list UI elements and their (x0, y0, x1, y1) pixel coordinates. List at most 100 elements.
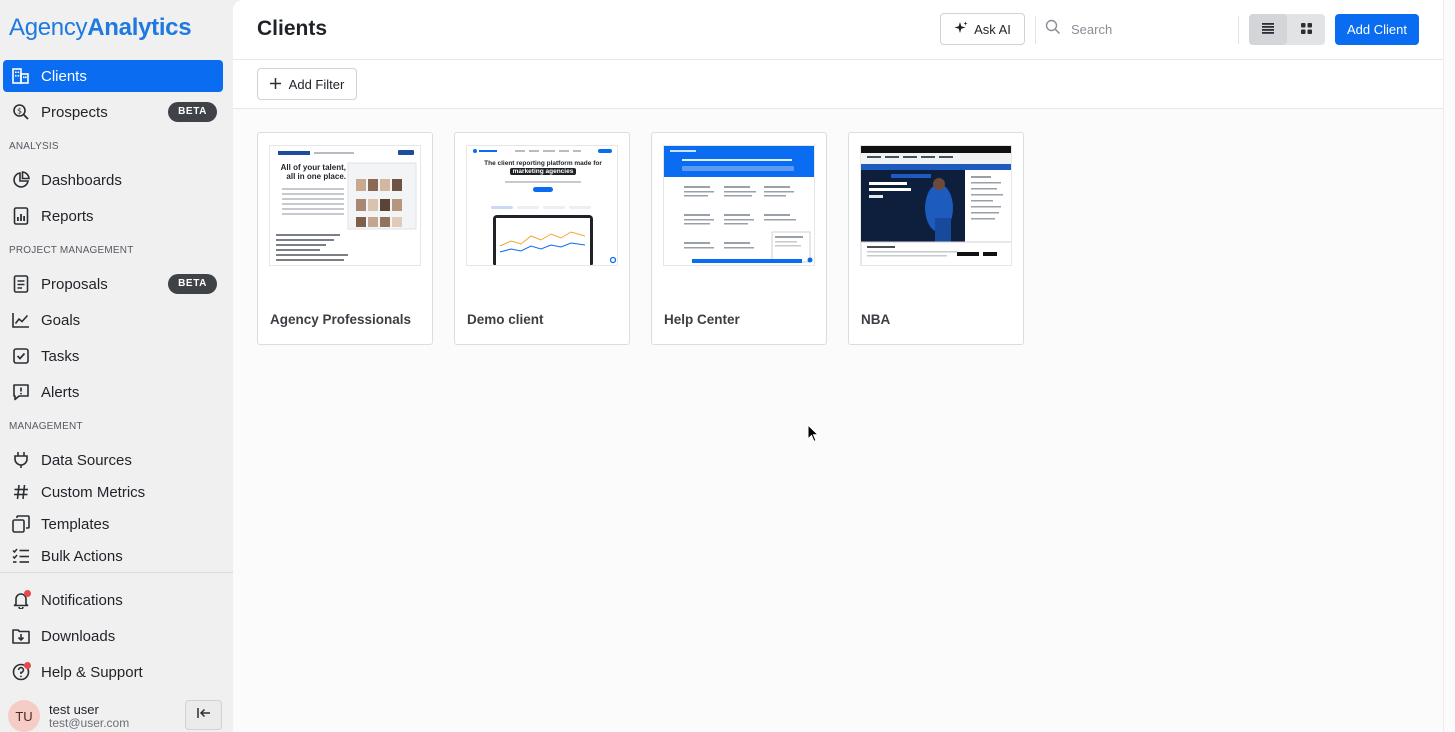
thumbnail-headline: All of your talent, all in one place. (280, 163, 346, 181)
list-icon (1262, 21, 1274, 39)
ask-ai-button[interactable]: Ask AI (940, 13, 1025, 45)
website-preview-image (664, 146, 814, 265)
search-input[interactable] (1071, 21, 1221, 37)
client-name: Agency Professionals (270, 312, 412, 327)
report-icon (11, 206, 31, 226)
client-thumbnail (860, 145, 1012, 266)
help-icon (11, 662, 31, 682)
sidebar-item-reports[interactable]: Reports (3, 200, 223, 232)
sidebar-item-templates[interactable]: Templates (3, 508, 223, 540)
sidebar-item-label: Clients (41, 67, 87, 85)
section-analysis: ANALYSIS (9, 141, 59, 152)
building-icon (11, 66, 31, 86)
ask-ai-label: Ask AI (974, 21, 1011, 37)
sidebar-item-label: Prospects (41, 103, 108, 121)
client-name: NBA (861, 312, 891, 327)
client-thumbnail (663, 145, 815, 266)
notification-dot (24, 590, 31, 597)
thumbnail-headline: The client reporting platform made for (484, 160, 602, 167)
sidebar-item-label: Proposals (41, 275, 108, 293)
client-card[interactable]: All of your talent, all in one place. Ag… (257, 132, 433, 345)
sidebar-item-label: Downloads (41, 627, 116, 645)
brand-logo[interactable]: AgencyAnalytics (9, 14, 192, 42)
pie-chart-icon (11, 170, 31, 190)
top-bar: Clients Ask AI Search Add Client (233, 0, 1443, 60)
list-view-button[interactable] (1249, 14, 1287, 45)
grid-view-button[interactable] (1287, 14, 1325, 45)
page-scrollbar[interactable] (1443, 0, 1455, 732)
sidebar-item-data-sources[interactable]: Data Sources (3, 444, 223, 476)
client-name: Help Center (664, 312, 740, 327)
user-profile[interactable]: TU test user test@user.com (0, 698, 233, 732)
sidebar-item-custom-metrics[interactable]: Custom Metrics (3, 476, 223, 508)
sidebar-item-label: Dashboards (41, 171, 122, 189)
sidebar-divider (0, 572, 233, 573)
document-icon (11, 274, 31, 294)
sidebar-item-bulk-actions[interactable]: Bulk Actions (3, 540, 223, 572)
checklist-icon (11, 546, 31, 566)
sidebar-item-label: Notifications (41, 591, 123, 609)
plus-icon (269, 77, 281, 92)
add-filter-button[interactable]: Add Filter (257, 68, 357, 100)
sidebar-item-help-support[interactable]: Help & Support (3, 656, 223, 688)
sidebar-item-dashboards[interactable]: Dashboards (3, 164, 223, 196)
sidebar-item-clients[interactable]: Clients (3, 60, 223, 92)
sidebar-item-label: Alerts (41, 383, 80, 401)
hashtag-icon (11, 482, 31, 502)
beta-badge: BETA (168, 102, 217, 122)
toolbar-separator (1035, 16, 1036, 44)
client-thumbnail: All of your talent, all in one place. (269, 145, 421, 266)
trend-line-icon (11, 310, 31, 330)
section-project-management: PROJECT MANAGEMENT (9, 245, 134, 256)
plug-icon (11, 450, 31, 470)
user-name: test user (49, 702, 99, 717)
sidebar-item-notifications[interactable]: Notifications (3, 584, 223, 616)
checkbox-icon (11, 346, 31, 366)
client-name: Demo client (467, 312, 544, 327)
sidebar-item-label: Goals (41, 311, 81, 329)
view-toggle (1249, 14, 1325, 45)
bell-icon (11, 590, 31, 610)
page-title: Clients (257, 17, 328, 40)
mouse-cursor-icon (807, 423, 820, 448)
alert-icon (11, 382, 31, 402)
search-box[interactable] (1045, 13, 1235, 45)
sidebar: AgencyAnalytics Clients $ Prospects BETA… (0, 0, 233, 732)
section-management: MANAGEMENT (9, 421, 83, 432)
avatar: TU (8, 700, 40, 732)
client-card[interactable]: The client reporting platform made for m… (454, 132, 630, 345)
download-icon (11, 626, 31, 646)
sidebar-item-proposals[interactable]: Proposals BETA (3, 268, 223, 300)
website-preview-image: The client reporting platform made for m… (467, 146, 617, 265)
grid-icon (1300, 21, 1312, 39)
sidebar-item-label: Help & Support (41, 663, 143, 681)
sidebar-item-goals[interactable]: Goals (3, 304, 223, 336)
sidebar-item-label: Tasks (41, 347, 80, 365)
thumbnail-highlight: marketing agencies (509, 168, 577, 175)
templates-icon (11, 514, 31, 534)
sidebar-item-tasks[interactable]: Tasks (3, 340, 223, 372)
sparkle-icon (954, 21, 968, 38)
add-client-button[interactable]: Add Client (1335, 14, 1419, 45)
sidebar-item-label: Bulk Actions (41, 547, 123, 565)
sidebar-item-label: Templates (41, 515, 110, 533)
main-content: Clients Ask AI Search Add Client Add Fil… (233, 0, 1443, 732)
sidebar-item-downloads[interactable]: Downloads (3, 620, 223, 652)
sidebar-item-label: Custom Metrics (41, 483, 146, 501)
website-preview-image (861, 146, 1011, 265)
filter-bar: Add Filter (233, 60, 1443, 109)
svg-text:$: $ (17, 107, 22, 116)
beta-badge: BETA (168, 274, 217, 294)
sidebar-item-alerts[interactable]: Alerts (3, 376, 223, 408)
user-email: test@user.com (49, 716, 130, 730)
client-card[interactable]: Help Center (651, 132, 827, 345)
notification-dot (24, 662, 31, 669)
client-thumbnail: The client reporting platform made for m… (466, 145, 618, 266)
collapse-sidebar-button[interactable] (185, 700, 222, 730)
sidebar-item-label: Data Sources (41, 451, 132, 469)
sidebar-item-prospects[interactable]: $ Prospects BETA (3, 96, 223, 128)
collapse-left-icon (196, 706, 211, 724)
client-card[interactable]: NBA (848, 132, 1024, 345)
toolbar-separator (1238, 16, 1239, 44)
search-money-icon: $ (11, 102, 31, 122)
